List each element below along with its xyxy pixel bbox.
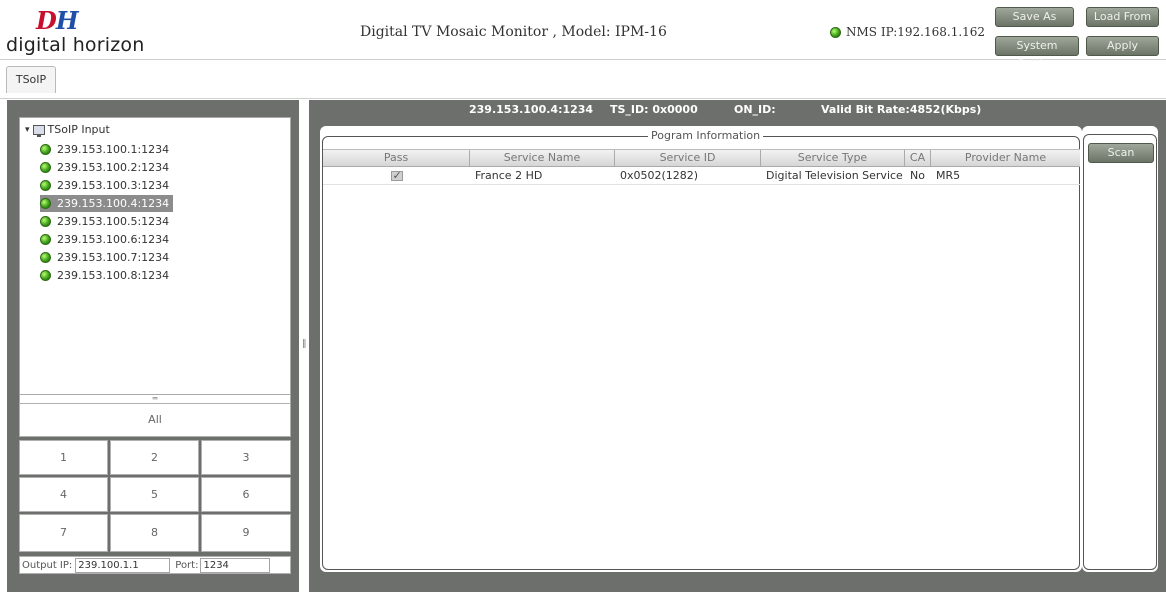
service-type-cell: Digital Television Service [766, 169, 903, 182]
nms-status: NMS IP:192.168.1.162 [830, 25, 985, 39]
stream-address: 239.153.100.4:1234 [469, 103, 594, 116]
status-led-icon [40, 270, 51, 281]
status-led-icon [40, 216, 51, 227]
monitor-icon [32, 124, 45, 137]
vertical-splitter[interactable]: ‖ [300, 100, 308, 592]
tab-tsoip[interactable]: TSoIP [6, 66, 56, 93]
expand-caret-icon[interactable]: ▾ [25, 125, 30, 135]
status-led-icon [40, 234, 51, 245]
logo-mark: DH [36, 6, 78, 35]
port-label: Port: [175, 559, 199, 571]
status-led-icon [40, 198, 51, 209]
tree-item-label: 239.153.100.1:1234 [57, 143, 170, 156]
mosaic-cell-button[interactable]: 9 [201, 514, 291, 552]
table-header: Pass Service Name Service ID Service Typ… [323, 149, 1080, 167]
column-header-ca[interactable]: CA [905, 150, 931, 167]
splitter-grip-icon[interactable]: ═ [19, 395, 291, 403]
tab-strip: TSoIP [0, 61, 1166, 99]
program-panel: 239.153.100.4:1234 TS_ID: 0x0000 ON_ID: … [309, 100, 1166, 592]
mosaic-cell-button[interactable]: 4 [19, 477, 108, 512]
mosaic-cell-button[interactable]: 8 [110, 514, 199, 552]
tree-item-label: 239.153.100.5:1234 [57, 215, 170, 228]
on-id: ON_ID: [734, 103, 776, 116]
apply-button[interactable]: Apply [1086, 36, 1159, 56]
app-title: Digital TV Mosaic Monitor , Model: IPM-1… [360, 24, 667, 40]
column-header-service-name[interactable]: Service Name [470, 150, 615, 167]
tree-item[interactable]: 239.153.100.6:1234 [40, 231, 173, 248]
mosaic-cell-button[interactable]: 7 [19, 514, 108, 552]
service-name-cell: France 2 HD [475, 169, 543, 182]
tree-item[interactable]: 239.153.100.3:1234 [40, 177, 173, 194]
status-led-icon [40, 252, 51, 263]
status-led-icon [40, 162, 51, 173]
logo: DH digital horizon [6, 6, 156, 56]
nms-ip-label: NMS IP:192.168.1.162 [846, 25, 986, 39]
mosaic-cell-button[interactable]: 1 [19, 440, 108, 475]
scan-group: Scan [1083, 134, 1157, 570]
valid-bit-rate: Valid Bit Rate:4852(Kbps) [821, 103, 982, 116]
port-field[interactable] [200, 557, 271, 573]
tree-item-label: 239.153.100.7:1234 [57, 251, 170, 264]
tree-item[interactable]: 239.153.100.8:1234 [40, 267, 173, 284]
tree-root[interactable]: ▾ TSoIP Input [25, 123, 110, 137]
program-frame: Pogram Information Pass Service Name Ser… [320, 126, 1082, 572]
input-panel: ▾ TSoIP Input 239.153.100.1:1234 239.153… [7, 100, 299, 592]
logo-text: digital horizon [6, 34, 145, 56]
output-ip-field[interactable] [75, 557, 171, 573]
column-header-service-type[interactable]: Service Type [761, 150, 905, 167]
stream-info-bar: 239.153.100.4:1234 TS_ID: 0x0000 ON_ID: … [309, 100, 1166, 120]
side-frame: Scan [1082, 126, 1158, 572]
mosaic-all-button[interactable]: All [19, 403, 291, 437]
output-ip-label: Output IP: [22, 559, 73, 571]
pass-checkbox-icon[interactable] [390, 168, 403, 184]
mosaic-cell-button[interactable]: 3 [201, 440, 291, 475]
column-header-service-id[interactable]: Service ID [615, 150, 761, 167]
tree-item[interactable]: 239.153.100.2:1234 [40, 159, 173, 176]
tree-item[interactable]: 239.153.100.1:1234 [40, 141, 173, 158]
service-id-cell: 0x0502(1282) [620, 169, 699, 182]
tree-item-label: 239.153.100.4:1234 [57, 197, 170, 210]
tree-item-label: 239.153.100.6:1234 [57, 233, 170, 246]
provider-name-cell: MR5 [936, 169, 961, 182]
tree-item-label: 239.153.100.8:1234 [57, 269, 170, 282]
tree-item-label: 239.153.100.2:1234 [57, 161, 170, 174]
ts-id: TS_ID: 0x0000 [610, 103, 698, 116]
input-tree: ▾ TSoIP Input 239.153.100.1:1234 239.153… [19, 117, 291, 395]
group-legend: Pogram Information [648, 129, 764, 142]
app-header: DH digital horizon Digital TV Mosaic Mon… [0, 0, 1166, 70]
scan-button[interactable]: Scan [1088, 143, 1154, 163]
table-row[interactable]: France 2 HD 0x0502(1282) Digital Televis… [323, 168, 1080, 185]
tree-item-label: 239.153.100.3:1234 [57, 179, 170, 192]
save-as-button[interactable]: Save As [995, 7, 1074, 27]
load-from-button[interactable]: Load From [1086, 7, 1159, 27]
mosaic-cell-button[interactable]: 6 [201, 477, 291, 512]
pass-cell[interactable] [323, 168, 470, 185]
column-header-provider-name[interactable]: Provider Name [931, 150, 1080, 167]
status-led-icon [40, 144, 51, 155]
system-setting-button[interactable]: System Setting [995, 36, 1079, 70]
program-information-group: Pogram Information Pass Service Name Ser… [322, 129, 1080, 570]
ca-cell: No [910, 169, 925, 182]
tree-item[interactable]: 239.153.100.7:1234 [40, 249, 173, 266]
status-led-icon [830, 26, 841, 38]
tree-item[interactable]: 239.153.100.5:1234 [40, 213, 173, 230]
column-header-pass[interactable]: Pass [323, 150, 470, 167]
mosaic-cell-button[interactable]: 2 [110, 440, 199, 475]
tree-item-selected[interactable]: 239.153.100.4:1234 [40, 195, 174, 212]
status-led-icon [40, 180, 51, 191]
tree-root-label: TSoIP Input [47, 123, 110, 136]
mosaic-cell-button[interactable]: 5 [110, 477, 199, 512]
output-settings: Output IP: Port: [19, 556, 291, 574]
splitter-handle-icon[interactable]: ‖ [302, 340, 307, 349]
